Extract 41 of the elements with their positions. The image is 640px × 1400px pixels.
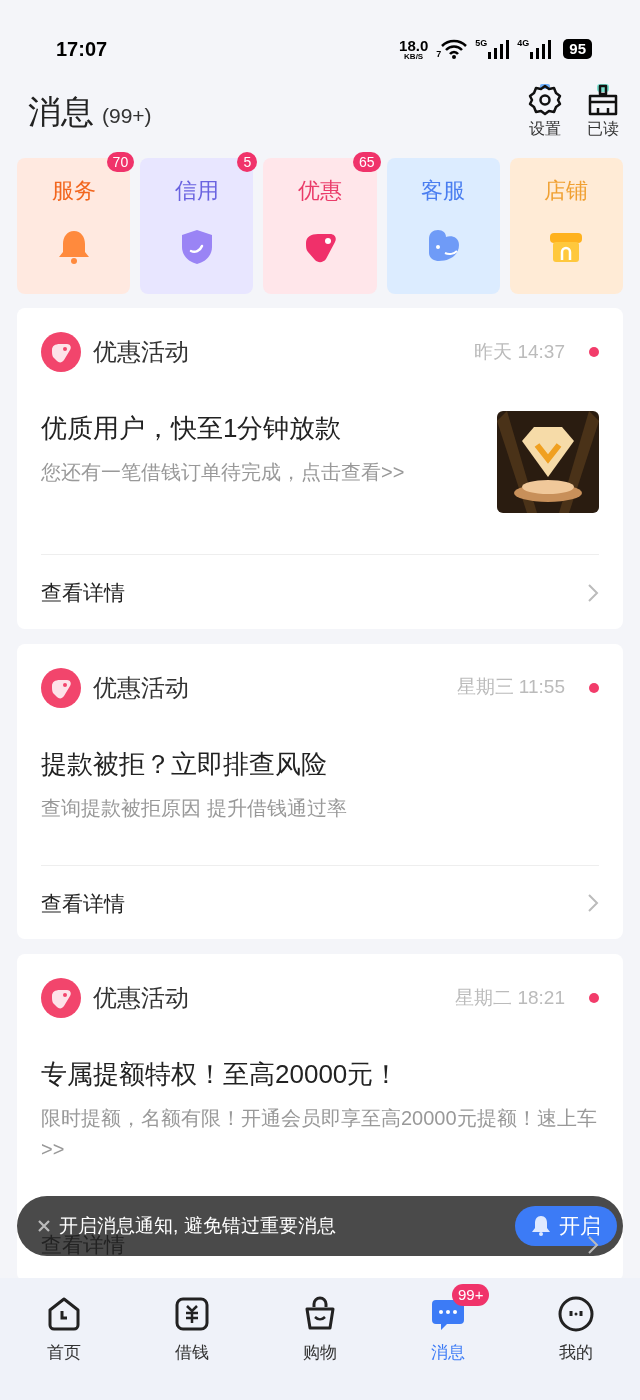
clock: 17:07 — [56, 37, 108, 62]
category-label: 客服 — [421, 177, 466, 205]
toast-message: 开启消息通知, 避免错过重要消息 — [59, 1213, 337, 1236]
message-title: 提款被拒？立即排查风险 — [41, 747, 328, 781]
count-badge: 5 — [237, 152, 258, 172]
message-body: 您还有一笔借钱订单待完成，点击查看>> — [41, 460, 406, 485]
message-time: 昨天 14:37 — [474, 339, 565, 364]
message-source: 优惠活动 — [93, 337, 190, 367]
category-label: 店铺 — [544, 177, 589, 205]
network-label: 4G — [517, 39, 530, 48]
mark-read-button[interactable]: 已读 — [586, 83, 620, 141]
count-badge: 65 — [353, 152, 381, 172]
category-label: 服务 — [51, 177, 96, 205]
details-link[interactable]: 查看详情 — [41, 887, 125, 919]
network-label: 5G — [475, 39, 488, 48]
nav-tab[interactable]: 购物 — [256, 1278, 384, 1400]
unread-count: (99+) — [102, 103, 152, 130]
nav-tab[interactable]: 借钱 — [128, 1278, 256, 1400]
category-label: 优惠 — [298, 177, 342, 205]
count-badge: 99+ — [452, 1284, 490, 1306]
message-title: 优质用户，快至1分钟放款 — [41, 412, 343, 445]
count-badge: 70 — [106, 152, 135, 172]
settings-button[interactable]: 设置 — [528, 83, 562, 141]
page-title: 消息 — [28, 92, 94, 133]
message-time: 星期三 11:55 — [456, 675, 565, 700]
net-speed-unit: KB/S — [404, 52, 424, 61]
battery-level: 95 — [563, 39, 592, 59]
message-time: 星期二 18:21 — [455, 985, 565, 1010]
enable-button[interactable]: 开启 — [515, 1206, 617, 1246]
message-source: 优惠活动 — [93, 672, 190, 703]
nav-tab[interactable]: 首页 — [0, 1278, 128, 1400]
message-title: 专属提额特权！至高20000元！ — [41, 1058, 401, 1091]
nav-tab[interactable]: 消息 99+ — [384, 1278, 512, 1400]
net-speed: 18.0 — [399, 37, 429, 53]
message-body: 限时提额，名额有限！开通会员即享至高20000元提额！速上车>> — [41, 1106, 598, 1162]
wifi-label: 7 — [436, 50, 442, 59]
message-source: 优惠活动 — [93, 983, 190, 1013]
category-label: 信用 — [174, 177, 219, 205]
details-link[interactable]: 查看详情 — [41, 577, 125, 609]
nav-tab[interactable]: 我的 — [512, 1278, 640, 1400]
message-body: 查询提款被拒原因 提升借钱通过率 — [41, 795, 348, 821]
